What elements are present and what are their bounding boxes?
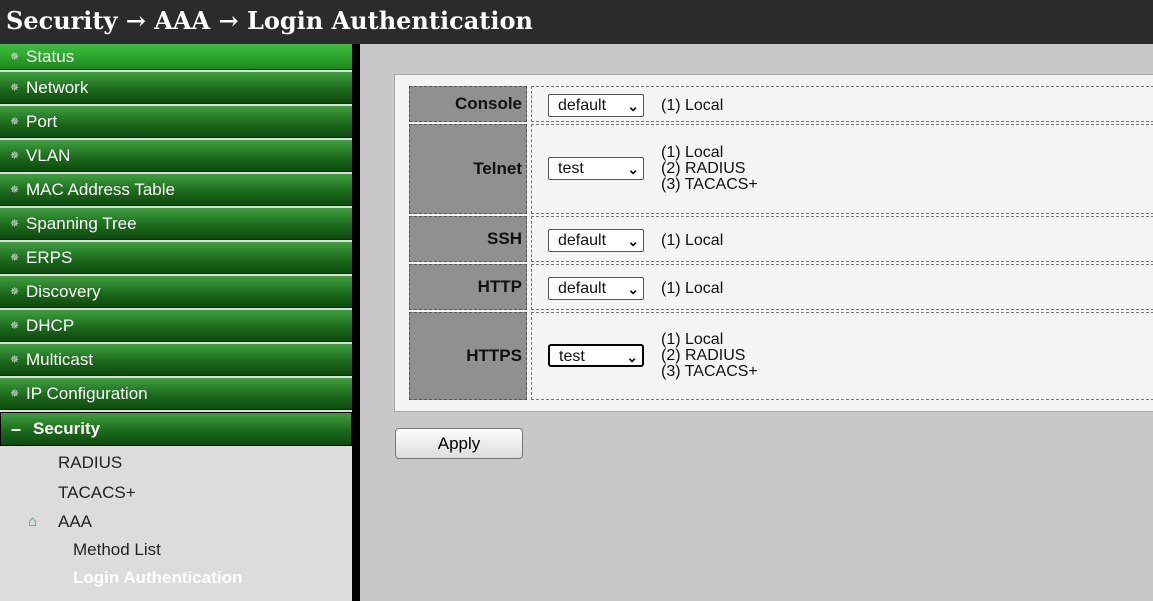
sidebar-item-label: ERPS <box>26 247 73 267</box>
collapse-icon: – <box>11 418 22 439</box>
console-value-cell: default ⌄ (1) Local <box>531 86 1153 122</box>
sidebar-item-label: Port <box>26 111 58 131</box>
chevron-down-icon: ⌄ <box>627 281 639 297</box>
table-row-http: HTTP default ⌄ (1) Local <box>409 264 1153 310</box>
chevron-down-icon: ✵ <box>10 388 20 400</box>
telnet-value-cell: test ⌄ (1) Local (2) RADIUS (3) TACACS+ <box>531 124 1153 214</box>
chevron-down-icon: ✵ <box>10 286 20 298</box>
chevron-down-icon: ✵ <box>10 116 20 128</box>
page-title: Security → AAA → Login Authentication <box>6 6 533 35</box>
sidebar-subitem-radius[interactable]: RADIUS <box>0 448 352 478</box>
sidebar-item-spanning-tree[interactable]: ✵ Spanning Tree <box>0 208 352 240</box>
chevron-down-icon: ✵ <box>10 82 20 94</box>
sidebar-item-network[interactable]: ✵ Network <box>0 72 352 104</box>
login-auth-table: Console default ⌄ (1) Local Telnet test ⌄ … <box>394 74 1153 412</box>
sidebar-item-port[interactable]: ✵ Port <box>0 106 352 138</box>
home-icon: ⌂ <box>28 513 38 530</box>
https-label: HTTPS <box>409 312 527 400</box>
sidebar-item-label: Status <box>26 46 75 66</box>
sidebar-item-label: MAC Address Table <box>26 179 175 199</box>
chevron-down-icon: ✵ <box>10 218 20 230</box>
chevron-down-icon: ✵ <box>10 150 20 162</box>
apply-button[interactable]: Apply <box>395 428 523 459</box>
sidebar-item-label: Discovery <box>26 281 101 301</box>
main-content: Console default ⌄ (1) Local Telnet test ⌄ … <box>360 44 1153 601</box>
chevron-down-icon: ✵ <box>10 252 20 264</box>
sidebar-item-erps[interactable]: ✵ ERPS <box>0 242 352 274</box>
sidebar-item-vlan[interactable]: ✵ VLAN <box>0 140 352 172</box>
sidebar-item-label: Multicast <box>26 349 94 369</box>
chevron-down-icon: ✵ <box>10 354 20 366</box>
sidebar-subitem-label: AAA <box>58 512 93 531</box>
https-select-value: test <box>559 348 585 365</box>
sidebar-item-discovery[interactable]: ✵ Discovery <box>0 276 352 308</box>
sidebar: ✵ Status ✵ Network ✵ Port ✵ VLAN ✵ MAC Addres… <box>0 44 360 601</box>
sidebar-subitem-tacacs[interactable]: TACACS+ <box>0 478 352 508</box>
telnet-method-select[interactable]: test ⌄ <box>548 157 644 180</box>
https-method-select[interactable]: test ⌄ <box>548 344 644 367</box>
telnet-method-2: (2) RADIUS <box>661 160 746 177</box>
console-method-select[interactable]: default ⌄ <box>548 94 644 117</box>
sidebar-item-dhcp[interactable]: ✵ DHCP <box>0 310 352 342</box>
telnet-label: Telnet <box>409 124 527 214</box>
sidebar-item-label: Spanning Tree <box>26 213 137 233</box>
sidebar-item-label: Security <box>33 419 101 438</box>
sidebar-item-security[interactable]: – Security <box>0 412 352 446</box>
sidebar-item-label: VLAN <box>26 145 71 165</box>
chevron-down-icon: ⌄ <box>626 349 638 365</box>
ssh-method: (1) Local <box>661 232 724 249</box>
sidebar-subitem-method-list[interactable]: Method List <box>0 536 352 564</box>
sidebar-subitem-aaa[interactable]: ⌂ AAA <box>0 508 352 536</box>
sidebar-item-ip-configuration[interactable]: ✵ IP Configuration <box>0 378 352 410</box>
https-method-2: (2) RADIUS <box>661 347 746 364</box>
chevron-down-icon: ⌄ <box>627 161 639 177</box>
table-row-telnet: Telnet test ⌄ (1) Local (2) RADIUS (3) TA… <box>409 124 1153 214</box>
https-method-1: (1) Local <box>661 331 724 348</box>
http-value-cell: default ⌄ (1) Local <box>531 264 1153 310</box>
https-method-3: (3) TACACS+ <box>661 363 758 380</box>
sidebar-item-status[interactable]: ✵ Status <box>0 44 352 70</box>
console-label: Console <box>409 86 527 122</box>
ssh-value-cell: default ⌄ (1) Local <box>531 216 1153 262</box>
http-label: HTTP <box>409 264 527 310</box>
chevron-down-icon: ✵ <box>10 51 20 63</box>
ssh-select-value: default <box>558 232 607 249</box>
ssh-method-select[interactable]: default ⌄ <box>548 229 644 252</box>
sidebar-subitem-login-authentication[interactable]: Login Authentication <box>0 564 352 592</box>
telnet-select-value: test <box>558 160 584 177</box>
http-select-value: default <box>558 280 607 297</box>
sidebar-item-multicast[interactable]: ✵ Multicast <box>0 344 352 376</box>
chevron-down-icon: ✵ <box>10 184 20 196</box>
sidebar-item-label: DHCP <box>26 315 75 335</box>
telnet-method-3: (3) TACACS+ <box>661 176 758 193</box>
console-select-value: default <box>558 97 607 114</box>
sidebar-item-label: IP Configuration <box>26 383 148 403</box>
sidebar-item-mac-address-table[interactable]: ✵ MAC Address Table <box>0 174 352 206</box>
https-value-cell: test ⌄ (1) Local (2) RADIUS (3) TACACS+ <box>531 312 1153 400</box>
chevron-down-icon: ⌄ <box>627 233 639 249</box>
table-row-https: HTTPS test ⌄ (1) Local (2) RADIUS (3) TAC… <box>409 312 1153 400</box>
telnet-method-1: (1) Local <box>661 144 724 161</box>
table-row-ssh: SSH default ⌄ (1) Local <box>409 216 1153 262</box>
console-method: (1) Local <box>661 97 724 114</box>
sidebar-item-label: Network <box>26 77 89 97</box>
http-method: (1) Local <box>661 280 724 297</box>
title-bar: Security → AAA → Login Authentication <box>0 0 1153 44</box>
http-method-select[interactable]: default ⌄ <box>548 277 644 300</box>
chevron-down-icon: ✵ <box>10 320 20 332</box>
table-row-console: Console default ⌄ (1) Local <box>409 86 1153 122</box>
ssh-label: SSH <box>409 216 527 262</box>
chevron-down-icon: ⌄ <box>627 98 639 114</box>
